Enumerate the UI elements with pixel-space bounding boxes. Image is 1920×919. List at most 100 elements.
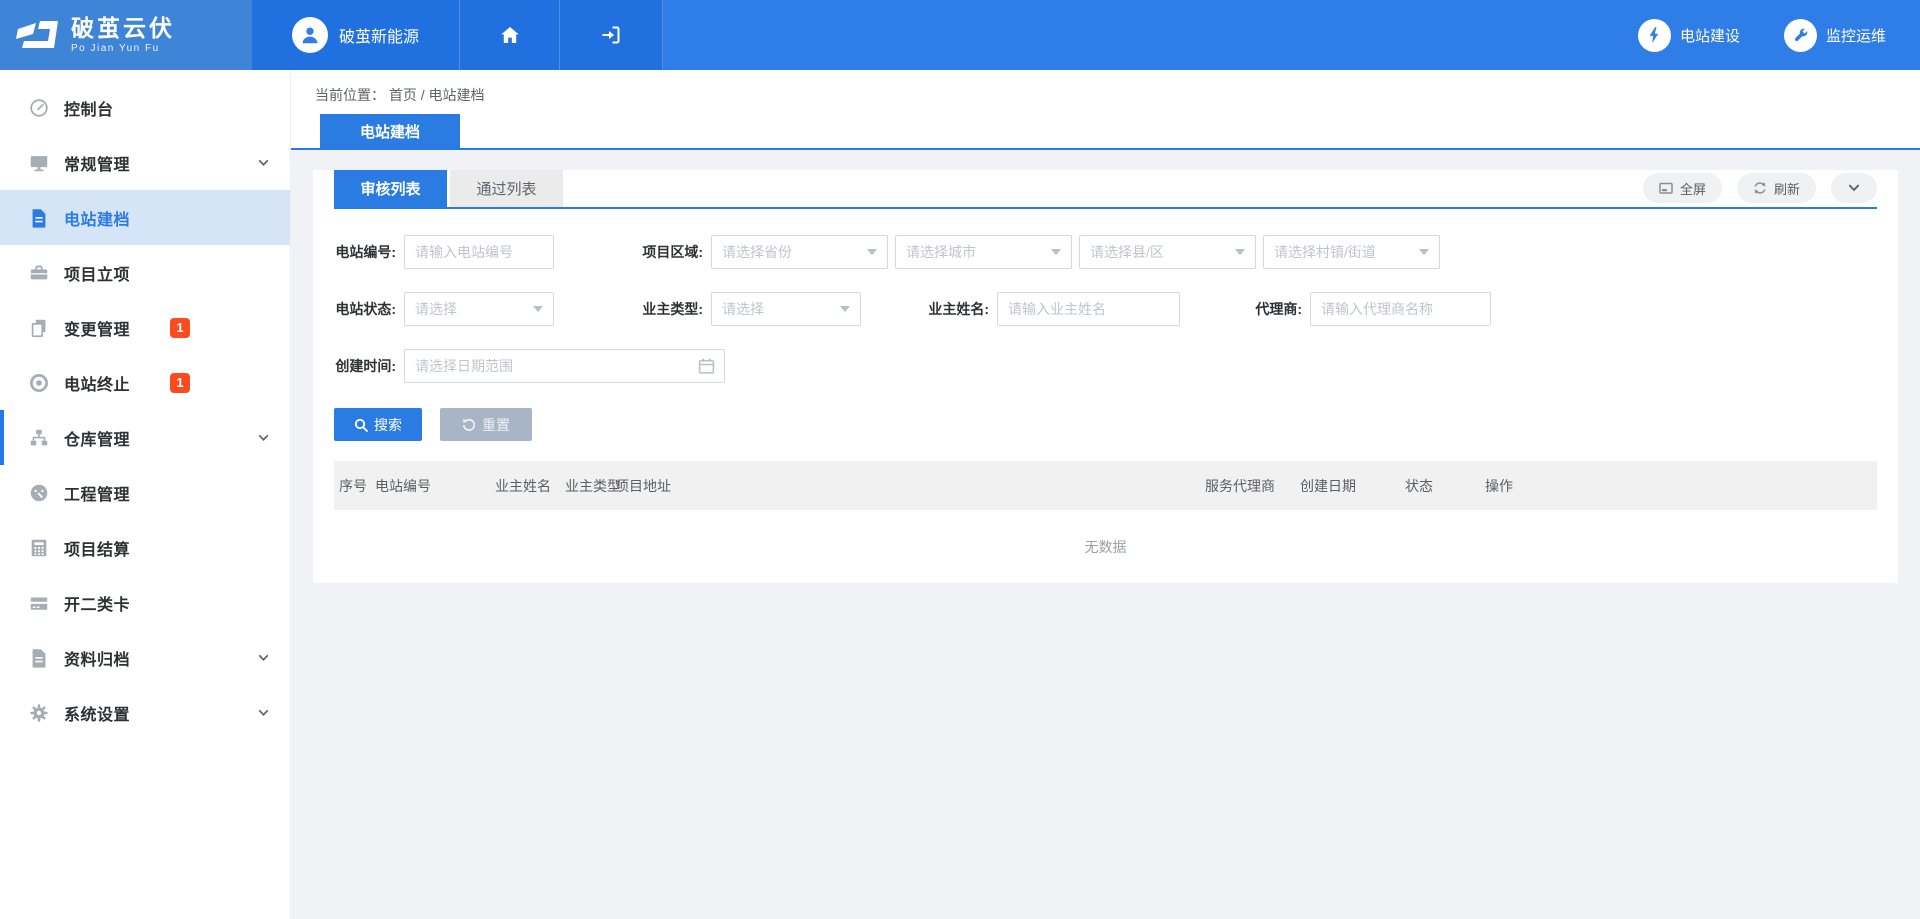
document-icon: [27, 206, 51, 230]
logout-button[interactable]: [560, 0, 663, 70]
caret-down-icon: [1419, 249, 1429, 255]
brand-text: 破茧云伏 Po Jian Yun Fu: [71, 16, 175, 54]
sidebar-item-station-termination[interactable]: 电站终止 1: [0, 355, 290, 410]
agent-input[interactable]: [1310, 292, 1491, 326]
home-button[interactable]: [460, 0, 560, 70]
sidebar-item-system-settings[interactable]: 系统设置: [0, 685, 290, 740]
content-area: 审核列表 通过列表 全屏: [291, 150, 1920, 583]
status-badge: 1: [170, 318, 190, 338]
calculator-icon: [27, 536, 51, 560]
refresh-icon: [1753, 181, 1767, 195]
col-service-agent: 服务代理商: [1200, 476, 1295, 496]
region-label: 项目区域:: [637, 242, 703, 262]
created-time-label: 创建时间:: [334, 356, 396, 376]
gear-icon: [27, 701, 51, 725]
agent-label: 代理商:: [1242, 299, 1302, 319]
col-seq: 序号: [334, 476, 370, 496]
breadcrumb: 当前位置： 首页 / 电站建档: [315, 85, 1920, 105]
brand-subtitle: Po Jian Yun Fu: [71, 43, 175, 54]
province-select[interactable]: 请选择省份: [711, 235, 888, 269]
search-icon: [354, 418, 368, 432]
caret-down-icon: [1051, 249, 1061, 255]
module-construction-label: 电站建设: [1680, 25, 1740, 46]
refresh-button[interactable]: 刷新: [1737, 173, 1816, 203]
topbar-modules: 电站建设 监控运维: [1638, 0, 1920, 70]
sidebar-item-console[interactable]: 控制台: [0, 80, 290, 135]
owner-type-label: 业主类型:: [637, 299, 703, 319]
col-status: 状态: [1400, 476, 1480, 496]
chevron-down-icon: [257, 706, 270, 719]
sidebar-item-open-card[interactable]: 开二类卡: [0, 575, 290, 630]
brand-logo-icon: [16, 19, 60, 51]
col-owner-name: 业主姓名: [490, 476, 560, 496]
station-status-select[interactable]: 请选择: [404, 292, 554, 326]
company-name: 破茧新能源: [339, 23, 419, 47]
filter-row-3: 创建时间:: [334, 349, 1877, 383]
archive-doc-icon: [27, 646, 51, 670]
district-select[interactable]: 请选择县/区: [1079, 235, 1256, 269]
brand-name: 破茧云伏: [71, 16, 175, 41]
tab-review-list[interactable]: 审核列表: [334, 170, 447, 207]
station-no-label: 电站编号:: [334, 242, 396, 262]
caret-down-icon: [840, 306, 850, 312]
fullscreen-button[interactable]: 全屏: [1643, 173, 1722, 203]
chevron-down-icon: [257, 651, 270, 664]
station-no-input[interactable]: [404, 235, 554, 269]
filter-actions: 搜索 重置: [334, 408, 1877, 441]
breadcrumb-path[interactable]: 首页 / 电站建档: [389, 87, 485, 103]
filter-form: 电站编号: 项目区域: 请选择省份 请选择城市: [334, 235, 1877, 383]
col-project-address: 项目地址: [610, 476, 1200, 496]
owner-name-label: 业主姓名:: [919, 299, 989, 319]
table-header: 序号 电站编号 业主姓名 业主类型 项目地址 服务代理商 创建日期 状态 操作: [334, 461, 1877, 510]
breadcrumb-prefix: 当前位置：: [315, 87, 385, 103]
col-owner-type: 业主类型: [560, 476, 610, 496]
sidebar-item-general-mgmt[interactable]: 常规管理: [0, 135, 290, 190]
module-monitoring-label: 监控运维: [1826, 25, 1886, 46]
caret-down-icon: [533, 306, 543, 312]
gauge-icon: [27, 481, 51, 505]
sidebar-item-station-filing[interactable]: 电站建档: [0, 190, 290, 245]
sidebar-item-warehouse-mgmt[interactable]: 仓库管理: [0, 410, 290, 465]
module-construction[interactable]: 电站建设: [1638, 19, 1740, 52]
sidebar-item-project-settlement[interactable]: 项目结算: [0, 520, 290, 575]
main-area: 当前位置： 首页 / 电站建档 电站建档 审核列表 通过列表: [291, 70, 1920, 919]
record-circle-icon: [27, 371, 51, 395]
home-icon: [498, 23, 522, 47]
panel-tools: 全屏 刷新: [1643, 173, 1877, 203]
chevron-down-icon: [257, 156, 270, 169]
sidebar-item-change-mgmt[interactable]: 变更管理 1: [0, 300, 290, 355]
sitemap-icon: [27, 426, 51, 450]
page-tab-station-filing[interactable]: 电站建档: [320, 114, 460, 148]
brand-logo: 破茧云伏 Po Jian Yun Fu: [0, 0, 252, 70]
sidebar-item-data-archive[interactable]: 资料归档: [0, 630, 290, 685]
caret-down-icon: [1235, 249, 1245, 255]
panel-tabbar: 审核列表 通过列表 全屏: [334, 170, 1877, 209]
empty-state: 无数据: [334, 510, 1877, 583]
sidebar: 控制台 常规管理: [0, 70, 291, 919]
owner-name-input[interactable]: [997, 292, 1180, 326]
lightning-icon: [1638, 19, 1671, 52]
collapse-button[interactable]: [1831, 173, 1877, 203]
tab-passed-list[interactable]: 通过列表: [450, 170, 563, 207]
sidebar-item-engineering-mgmt[interactable]: 工程管理: [0, 465, 290, 520]
card-icon: [27, 591, 51, 615]
city-select[interactable]: 请选择城市: [895, 235, 1072, 269]
station-status-label: 电站状态:: [334, 299, 396, 319]
town-select[interactable]: 请选择村镇/街道: [1263, 235, 1440, 269]
date-range-field: [404, 349, 725, 383]
filter-row-2: 电站状态: 请选择 业主类型: 请选择 业主姓名:: [334, 292, 1877, 326]
reset-button[interactable]: 重置: [440, 408, 532, 441]
owner-type-select[interactable]: 请选择: [711, 292, 861, 326]
user-menu[interactable]: 破茧新能源: [252, 0, 460, 70]
briefcase-icon: [27, 261, 51, 285]
dashboard-icon: [27, 96, 51, 120]
chevron-down-icon: [1847, 181, 1861, 195]
date-range-input[interactable]: [404, 349, 725, 383]
station-filing-panel: 审核列表 通过列表 全屏: [313, 170, 1898, 583]
calendar-icon[interactable]: [698, 358, 715, 375]
module-monitoring[interactable]: 监控运维: [1784, 19, 1886, 52]
search-button[interactable]: 搜索: [334, 408, 422, 441]
copy-icon: [27, 316, 51, 340]
col-station-no: 电站编号: [370, 476, 490, 496]
sidebar-item-project-initiation[interactable]: 项目立项: [0, 245, 290, 300]
